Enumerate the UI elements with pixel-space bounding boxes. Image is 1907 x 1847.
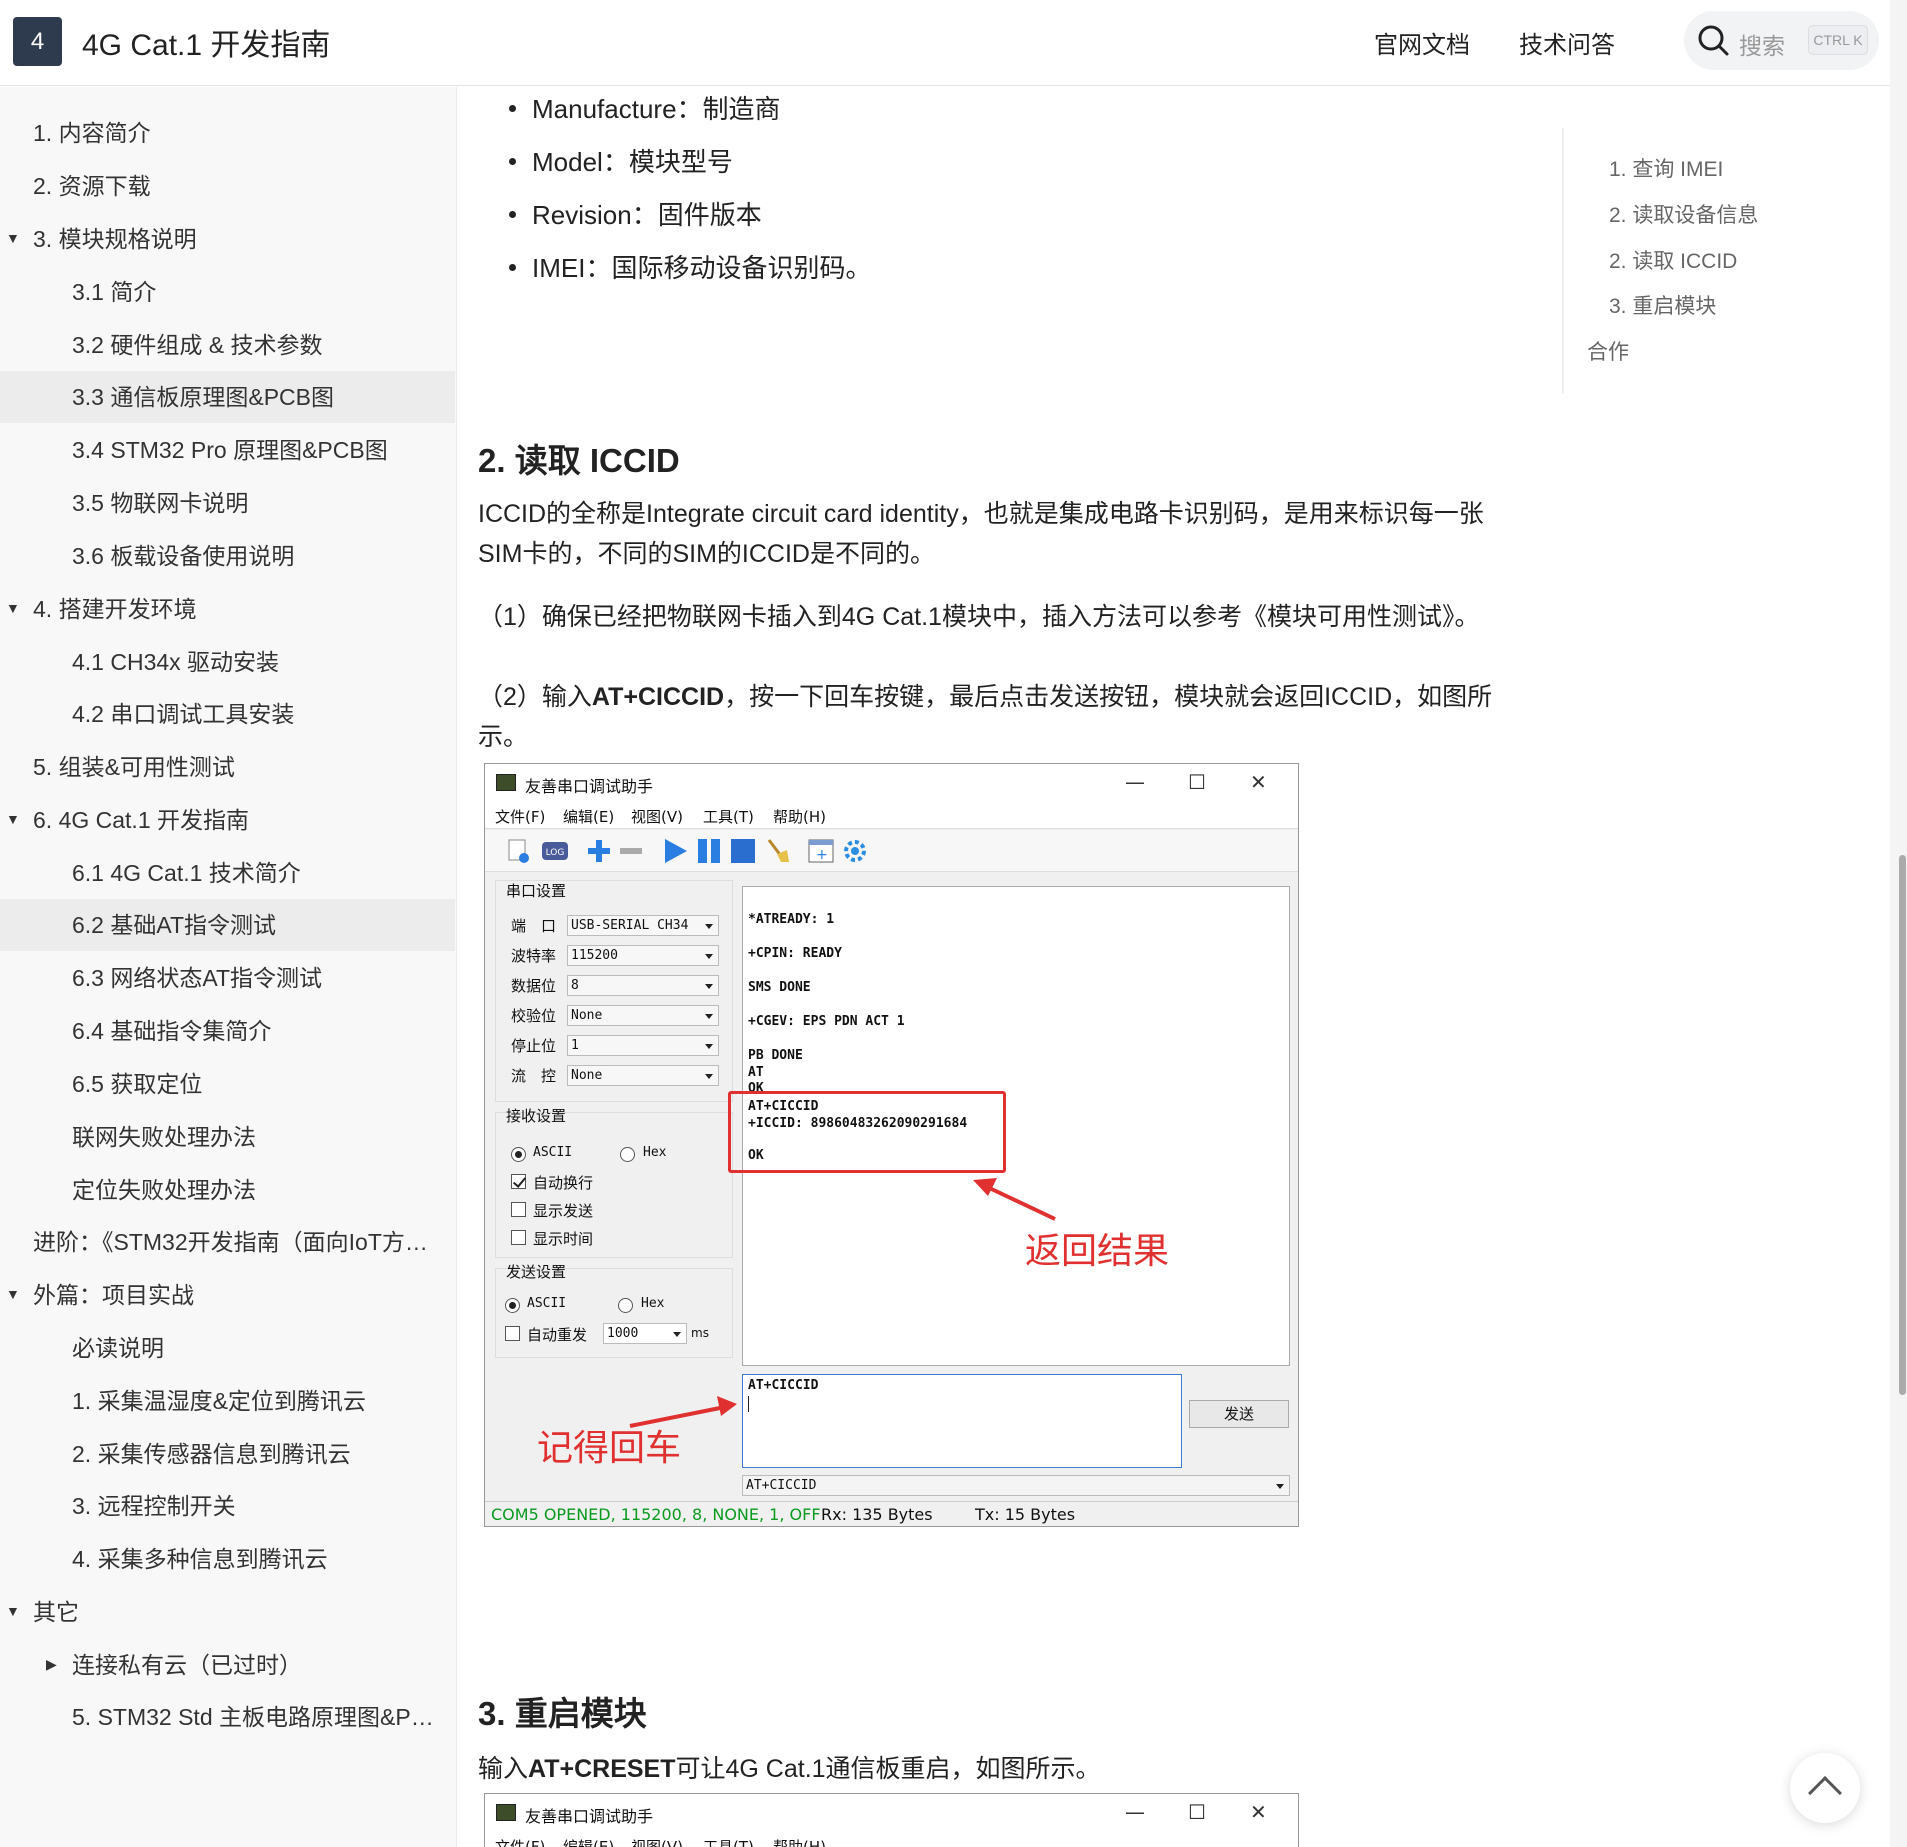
paragraph-reset: 输入AT+CRESET可让4G Cat.1通信板重启，如图所示。 bbox=[478, 1755, 1101, 1783]
minimize-icon: — bbox=[1125, 1800, 1145, 1824]
sidebar-item-network-fail[interactable]: 联网失败处理办法 bbox=[0, 1111, 455, 1163]
paragraph-step-2: （2）输入AT+CICCID，按一下回车按键，最后点击发送按钮，模块就会返回IC… bbox=[478, 683, 1493, 751]
sidebar-item-3-6[interactable]: 3.6 板载设备使用说明 bbox=[0, 530, 455, 582]
site-logo[interactable]: 4 bbox=[13, 17, 62, 66]
caret-down-icon[interactable]: ▼ bbox=[6, 1603, 20, 1619]
chevron-up-icon bbox=[1808, 1776, 1842, 1810]
caret-down-icon[interactable]: ▼ bbox=[6, 230, 20, 246]
page-scrollbar[interactable] bbox=[1890, 0, 1907, 1847]
annotation-enter: 记得回车 bbox=[537, 1428, 682, 1469]
annotation-result: 返回结果 bbox=[1025, 1231, 1170, 1272]
window-titlebar: 友善串口调试助手 — ☐ ✕ bbox=[485, 1794, 1298, 1831]
annotation-arrows bbox=[629, 1178, 1056, 1428]
toc-item-iccid[interactable]: 2. 读取 ICCID bbox=[1609, 245, 1737, 275]
menu-file: 文件(F) bbox=[495, 1838, 546, 1847]
top-navbar: 4 4G Cat.1 开发指南 官网文档 技术问答 搜索 CTRL K bbox=[0, 0, 1890, 86]
sidebar-item-6-1[interactable]: 6.1 4G Cat.1 技术简介 bbox=[0, 847, 455, 899]
sidebar-item-project-1[interactable]: 1. 采集温湿度&定位到腾讯云 bbox=[0, 1375, 455, 1427]
sidebar-item-6-2[interactable]: 6.2 基础AT指令测试 bbox=[0, 899, 455, 951]
window-title: 友善串口调试助手 bbox=[525, 1807, 654, 1826]
paragraph-step-1: （1）确保已经把物联网卡插入到4G Cat.1模块中，插入方法可以参考《模块可用… bbox=[478, 603, 1480, 631]
sidebar-item-3-4[interactable]: 3.4 STM32 Pro 原理图&PCB图 bbox=[0, 424, 455, 476]
sidebar-item-intro[interactable]: 1. 内容简介 bbox=[0, 107, 455, 159]
sidebar-item-advanced[interactable]: 进阶：《STM32开发指南（面向IoT方… bbox=[0, 1216, 455, 1268]
search-placeholder: 搜索 bbox=[1739, 33, 1785, 59]
sidebar-item-other[interactable]: 其它 bbox=[0, 1586, 455, 1638]
section-heading-iccid: 2. 读取 ICCID bbox=[478, 442, 680, 479]
sidebar-item-std-schematic[interactable]: 5. STM32 Std 主板电路原理图&PC… bbox=[0, 1691, 455, 1743]
nav-link-tech-qa[interactable]: 技术问答 bbox=[1519, 25, 1615, 60]
sidebar-item-projects[interactable]: 外篇：项目实战 bbox=[0, 1269, 455, 1321]
caret-down-icon[interactable]: ▼ bbox=[6, 600, 20, 616]
section-heading-reset: 3. 重启模块 bbox=[478, 1695, 647, 1732]
sidebar-item-project-2[interactable]: 2. 采集传感器信息到腾讯云 bbox=[0, 1428, 455, 1480]
sidebar-item-cat1-guide[interactable]: 6. 4G Cat.1 开发指南 bbox=[0, 794, 455, 846]
sidebar-item-project-4[interactable]: 4. 采集多种信息到腾讯云 bbox=[0, 1533, 455, 1585]
menu-view: 视图(V) bbox=[631, 1838, 683, 1847]
serial-tool-screenshot-2: 友善串口调试助手 — ☐ ✕ 文件(F) 编辑(E) 视图(V) 工具(T) 帮… bbox=[484, 1793, 1299, 1847]
app-icon bbox=[496, 1804, 516, 1821]
bullet-revision: Revision：固件版本 bbox=[478, 195, 762, 232]
search-icon bbox=[1698, 25, 1729, 56]
nav-link-official-docs[interactable]: 官网文档 bbox=[1374, 25, 1470, 60]
window-menubar: 文件(F) 编辑(E) 视图(V) 工具(T) 帮助(H) bbox=[485, 1831, 1298, 1847]
scrollbar-thumb[interactable] bbox=[1899, 855, 1906, 1395]
back-to-top-button[interactable] bbox=[1790, 1753, 1860, 1823]
sidebar-item-location-fail[interactable]: 定位失败处理办法 bbox=[0, 1164, 455, 1216]
paragraph-iccid-intro: ICCID的全称是Integrate circuit card identity… bbox=[478, 500, 1484, 568]
sidebar-item-dev-env[interactable]: 4. 搭建开发环境 bbox=[0, 583, 455, 635]
menu-help: 帮助(H) bbox=[773, 1838, 826, 1847]
close-icon: ✕ bbox=[1250, 1800, 1267, 1824]
bullet-model: Model：模块型号 bbox=[478, 142, 733, 179]
sidebar-item-3-3[interactable]: 3.3 通信板原理图&PCB图 bbox=[0, 371, 455, 423]
caret-right-icon[interactable]: ▶ bbox=[46, 1656, 57, 1673]
sidebar: 1. 内容简介 2. 资源下载 3. 模块规格说明 3.1 简介 3.2 硬件组… bbox=[0, 87, 457, 1847]
sidebar-item-module-spec[interactable]: 3. 模块规格说明 bbox=[0, 213, 455, 265]
sidebar-item-private-cloud[interactable]: 连接私有云（已过时） bbox=[0, 1639, 455, 1691]
sidebar-item-6-3[interactable]: 6.3 网络状态AT指令测试 bbox=[0, 952, 455, 1004]
caret-down-icon[interactable]: ▼ bbox=[6, 811, 20, 827]
sidebar-item-3-1[interactable]: 3.1 简介 bbox=[0, 266, 455, 318]
sidebar-item-project-3[interactable]: 3. 远程控制开关 bbox=[0, 1480, 455, 1532]
table-of-contents: 1. 查询 IMEI 2. 读取设备信息 2. 读取 ICCID 3. 重启模块… bbox=[1562, 128, 1822, 393]
toc-item-device-info[interactable]: 2. 读取设备信息 bbox=[1609, 199, 1758, 229]
site-title[interactable]: 4G Cat.1 开发指南 bbox=[82, 20, 330, 64]
main-content: Manufacture：制造商 Model：模块型号 Revision：固件版本… bbox=[478, 87, 1523, 1847]
sidebar-item-3-5[interactable]: 3.5 物联网卡说明 bbox=[0, 477, 455, 529]
sidebar-item-3-2[interactable]: 3.2 硬件组成 & 技术参数 bbox=[0, 319, 455, 371]
toc-item-reset[interactable]: 3. 重启模块 bbox=[1609, 290, 1716, 320]
sidebar-item-assembly-test[interactable]: 5. 组装&可用性测试 bbox=[0, 741, 455, 793]
toc-item-cooperation[interactable]: 合作 bbox=[1587, 336, 1629, 366]
sidebar-item-6-5[interactable]: 6.5 获取定位 bbox=[0, 1058, 455, 1110]
search-button[interactable]: 搜索 CTRL K bbox=[1684, 11, 1879, 70]
bullet-imei: IMEI：国际移动设备识别码。 bbox=[478, 248, 871, 285]
bullet-manufacture: Manufacture：制造商 bbox=[478, 89, 781, 126]
sidebar-item-must-read[interactable]: 必读说明 bbox=[0, 1322, 455, 1374]
sidebar-item-downloads[interactable]: 2. 资源下载 bbox=[0, 160, 455, 212]
toc-item-imei[interactable]: 1. 查询 IMEI bbox=[1609, 153, 1723, 183]
menu-tools: 工具(T) bbox=[703, 1838, 754, 1847]
sidebar-item-4-2[interactable]: 4.2 串口调试工具安装 bbox=[0, 688, 455, 740]
sidebar-item-4-1[interactable]: 4.1 CH34x 驱动安装 bbox=[0, 636, 455, 688]
caret-down-icon[interactable]: ▼ bbox=[6, 1286, 20, 1302]
menu-edit: 编辑(E) bbox=[563, 1838, 615, 1847]
search-shortcut: CTRL K bbox=[1808, 25, 1868, 55]
maximize-icon: ☐ bbox=[1188, 1800, 1206, 1824]
sidebar-item-6-4[interactable]: 6.4 基础指令集简介 bbox=[0, 1005, 455, 1057]
serial-tool-screenshot: 友善串口调试助手 — ☐ ✕ 文件(F) 编辑(E) 视图(V) 工具(T) 帮… bbox=[484, 763, 1299, 1527]
